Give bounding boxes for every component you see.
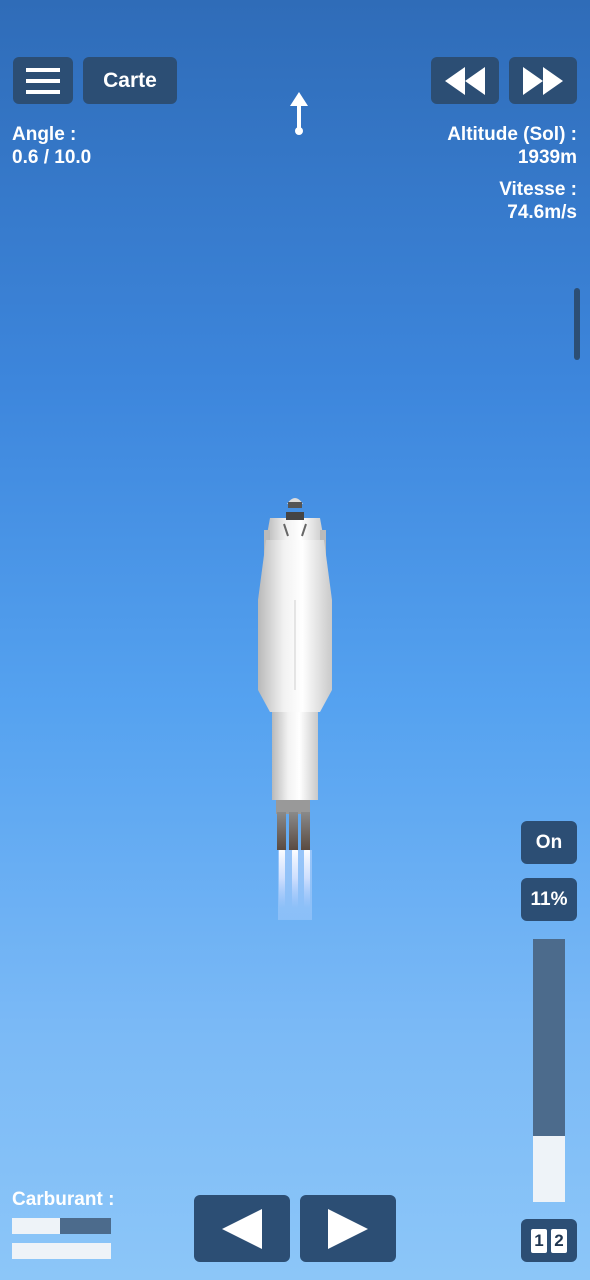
altitude-label: Altitude (Sol) :: [447, 124, 577, 145]
fuel-label: Carburant :: [12, 1189, 115, 1210]
fast-forward-icon: [523, 66, 563, 95]
throttle-percent-button[interactable]: 11%: [521, 878, 577, 921]
fuel-gauge-stage-2-fill: [12, 1243, 111, 1259]
fuel-gauge-stage-1: [12, 1218, 111, 1234]
engine-toggle-button[interactable]: On: [521, 821, 577, 864]
rewind-icon: [445, 66, 485, 95]
up-arrow-icon: [290, 92, 308, 135]
throttle-slider[interactable]: [533, 939, 565, 1202]
speed-label: Vitesse :: [499, 179, 577, 200]
stage-digit-1: 1: [531, 1228, 547, 1253]
right-triangle-icon: [328, 1208, 368, 1249]
fuel-gauge-stage-2: [12, 1243, 111, 1259]
fast-forward-button[interactable]: [509, 57, 577, 104]
rocket: [258, 498, 332, 920]
map-button[interactable]: Carte: [83, 57, 177, 104]
speed-value: 74.6m/s: [507, 202, 577, 223]
rotate-right-button[interactable]: [300, 1195, 396, 1262]
altitude-value: 1939m: [517, 147, 577, 168]
scroll-indicator[interactable]: [574, 288, 580, 360]
left-triangle-icon: [222, 1208, 262, 1249]
menu-button[interactable]: [13, 57, 73, 104]
rewind-button[interactable]: [431, 57, 499, 104]
map-button-label: Carte: [103, 68, 157, 92]
hamburger-menu-icon: [26, 67, 60, 94]
stage-button[interactable]: 1 2: [521, 1219, 577, 1262]
angle-value: 0.6 / 10.0: [12, 147, 92, 168]
stage-digit-2: 2: [551, 1228, 567, 1253]
rotate-left-button[interactable]: [194, 1195, 290, 1262]
engine-toggle-label: On: [535, 831, 563, 853]
throttle-percent-label: 11%: [530, 888, 568, 910]
throttle-slider-fill: [533, 1136, 565, 1202]
angle-label: Angle :: [12, 124, 77, 145]
fuel-gauge-stage-1-fill: [12, 1218, 60, 1234]
